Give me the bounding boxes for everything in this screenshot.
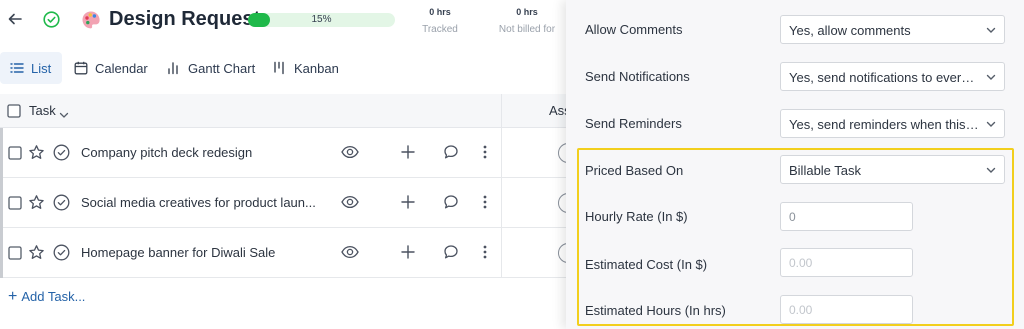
star-icon[interactable]: [28, 144, 45, 166]
complete-task-icon[interactable]: [53, 144, 70, 166]
add-task-button[interactable]: + Add Task...: [8, 288, 86, 305]
column-divider: [501, 94, 502, 128]
tracked-label: Tracked: [422, 24, 458, 35]
tab-calendar-label: Calendar: [95, 60, 148, 76]
progress-bar: 15%: [248, 13, 395, 27]
task-name[interactable]: Social media creatives for product laun.…: [81, 195, 316, 210]
project-settings-panel: Allow Comments Yes, allow comments Send …: [566, 0, 1024, 329]
tab-kanban-label: Kanban: [294, 60, 339, 76]
plus-icon[interactable]: [401, 245, 415, 264]
task-name[interactable]: Homepage banner for Diwali Sale: [81, 245, 275, 260]
chevron-down-icon: [986, 167, 996, 173]
allow-comments-value: Yes, allow comments: [789, 23, 911, 38]
list-icon: [10, 63, 24, 73]
eye-icon[interactable]: [341, 195, 359, 214]
hourly-rate-label: Hourly Rate (In $): [585, 209, 688, 224]
tab-list-label: List: [31, 60, 52, 76]
star-icon[interactable]: [28, 194, 45, 216]
eye-icon[interactable]: [341, 245, 359, 264]
send-notifications-label: Send Notifications: [585, 69, 690, 84]
select-all-checkbox[interactable]: [7, 104, 21, 123]
tab-list[interactable]: List: [0, 52, 62, 84]
star-icon[interactable]: [28, 244, 45, 266]
calendar-icon: [74, 61, 88, 75]
plus-icon: +: [8, 288, 18, 305]
send-notifications-value: Yes, send notifications to everyo...: [789, 70, 979, 85]
task-column-header[interactable]: Task: [29, 103, 56, 118]
table-header: Task Ass: [0, 94, 566, 128]
assignee-avatar-icon[interactable]: [558, 143, 566, 163]
palette-icon: [81, 10, 101, 30]
estimated-cost-label: Estimated Cost (In $): [585, 257, 708, 272]
allow-comments-label: Allow Comments: [585, 22, 683, 37]
back-arrow-icon[interactable]: [6, 10, 24, 28]
column-divider: [501, 128, 502, 178]
comment-icon[interactable]: [443, 244, 459, 265]
more-options-icon[interactable]: [482, 144, 488, 165]
plus-icon[interactable]: [401, 195, 415, 214]
assignee-avatar-icon[interactable]: [558, 243, 566, 263]
complete-project-icon[interactable]: [43, 11, 60, 28]
view-tabs: List Calendar Gantt Chart Kanban: [0, 52, 566, 84]
complete-task-icon[interactable]: [53, 244, 70, 266]
add-task-label: Add Task...: [21, 289, 86, 304]
priced-based-on-label: Priced Based On: [585, 163, 684, 178]
kanban-icon: [274, 61, 284, 75]
more-options-icon[interactable]: [482, 244, 488, 265]
not-billed-label: Not billed for: [498, 24, 556, 35]
allow-comments-select[interactable]: Yes, allow comments: [780, 15, 1005, 44]
assignee-column-header: Ass: [549, 103, 566, 118]
hourly-rate-input[interactable]: [780, 202, 913, 231]
comment-icon[interactable]: [443, 194, 459, 215]
priced-based-on-value: Billable Task: [789, 163, 862, 178]
project-title: Design Request: [109, 8, 261, 30]
tab-gantt-chart[interactable]: Gantt Chart: [167, 52, 255, 84]
tab-calendar[interactable]: Calendar: [74, 52, 148, 84]
row-checkbox[interactable]: [8, 196, 22, 215]
chevron-down-icon: [986, 121, 996, 127]
tracked-stat: 0 hrs Tracked: [421, 7, 459, 35]
chevron-down-icon: [986, 74, 996, 80]
table-row[interactable]: Social media creatives for product laun.…: [0, 178, 566, 228]
eye-icon[interactable]: [341, 145, 359, 164]
send-reminders-value: Yes, send reminders when this is...: [789, 117, 979, 132]
estimated-hours-label: Estimated Hours (In hrs): [585, 303, 726, 318]
send-reminders-label: Send Reminders: [585, 116, 682, 131]
gantt-chart-icon: [168, 62, 178, 75]
row-status-bar: [0, 228, 3, 278]
column-divider: [501, 228, 502, 278]
plus-icon[interactable]: [401, 145, 415, 164]
tab-gantt-chart-label: Gantt Chart: [188, 60, 256, 76]
assignee-avatar-icon[interactable]: [558, 193, 566, 213]
row-checkbox[interactable]: [8, 246, 22, 265]
row-status-bar: [0, 128, 3, 178]
task-name[interactable]: Company pitch deck redesign: [81, 145, 252, 160]
estimated-cost-input[interactable]: [780, 248, 913, 277]
not-billed-value: 0 hrs: [516, 7, 538, 17]
chevron-down-icon: [986, 27, 996, 33]
chevron-down-icon[interactable]: [59, 106, 69, 124]
table-row[interactable]: Homepage banner for Diwali Sale: [0, 228, 566, 278]
row-checkbox[interactable]: [8, 146, 22, 165]
column-divider: [501, 178, 502, 228]
send-notifications-select[interactable]: Yes, send notifications to everyo...: [780, 62, 1005, 91]
progress-percent: 15%: [311, 14, 332, 25]
estimated-hours-input[interactable]: [780, 295, 913, 324]
complete-task-icon[interactable]: [53, 194, 70, 216]
not-billed-stat: 0 hrs Not billed for: [497, 7, 557, 35]
tab-kanban[interactable]: Kanban: [273, 52, 339, 84]
comment-icon[interactable]: [443, 144, 459, 165]
table-row[interactable]: Company pitch deck redesign: [0, 128, 566, 178]
tracked-value: 0 hrs: [429, 7, 451, 17]
send-reminders-select[interactable]: Yes, send reminders when this is...: [780, 109, 1005, 138]
row-status-bar: [0, 178, 3, 228]
more-options-icon[interactable]: [482, 194, 488, 215]
project-header: Design Request 15% 0 hrs Tracked 0 hrs N…: [0, 0, 566, 44]
priced-based-on-select[interactable]: Billable Task: [780, 155, 1005, 184]
project-view: Design Request 15% 0 hrs Tracked 0 hrs N…: [0, 0, 566, 329]
